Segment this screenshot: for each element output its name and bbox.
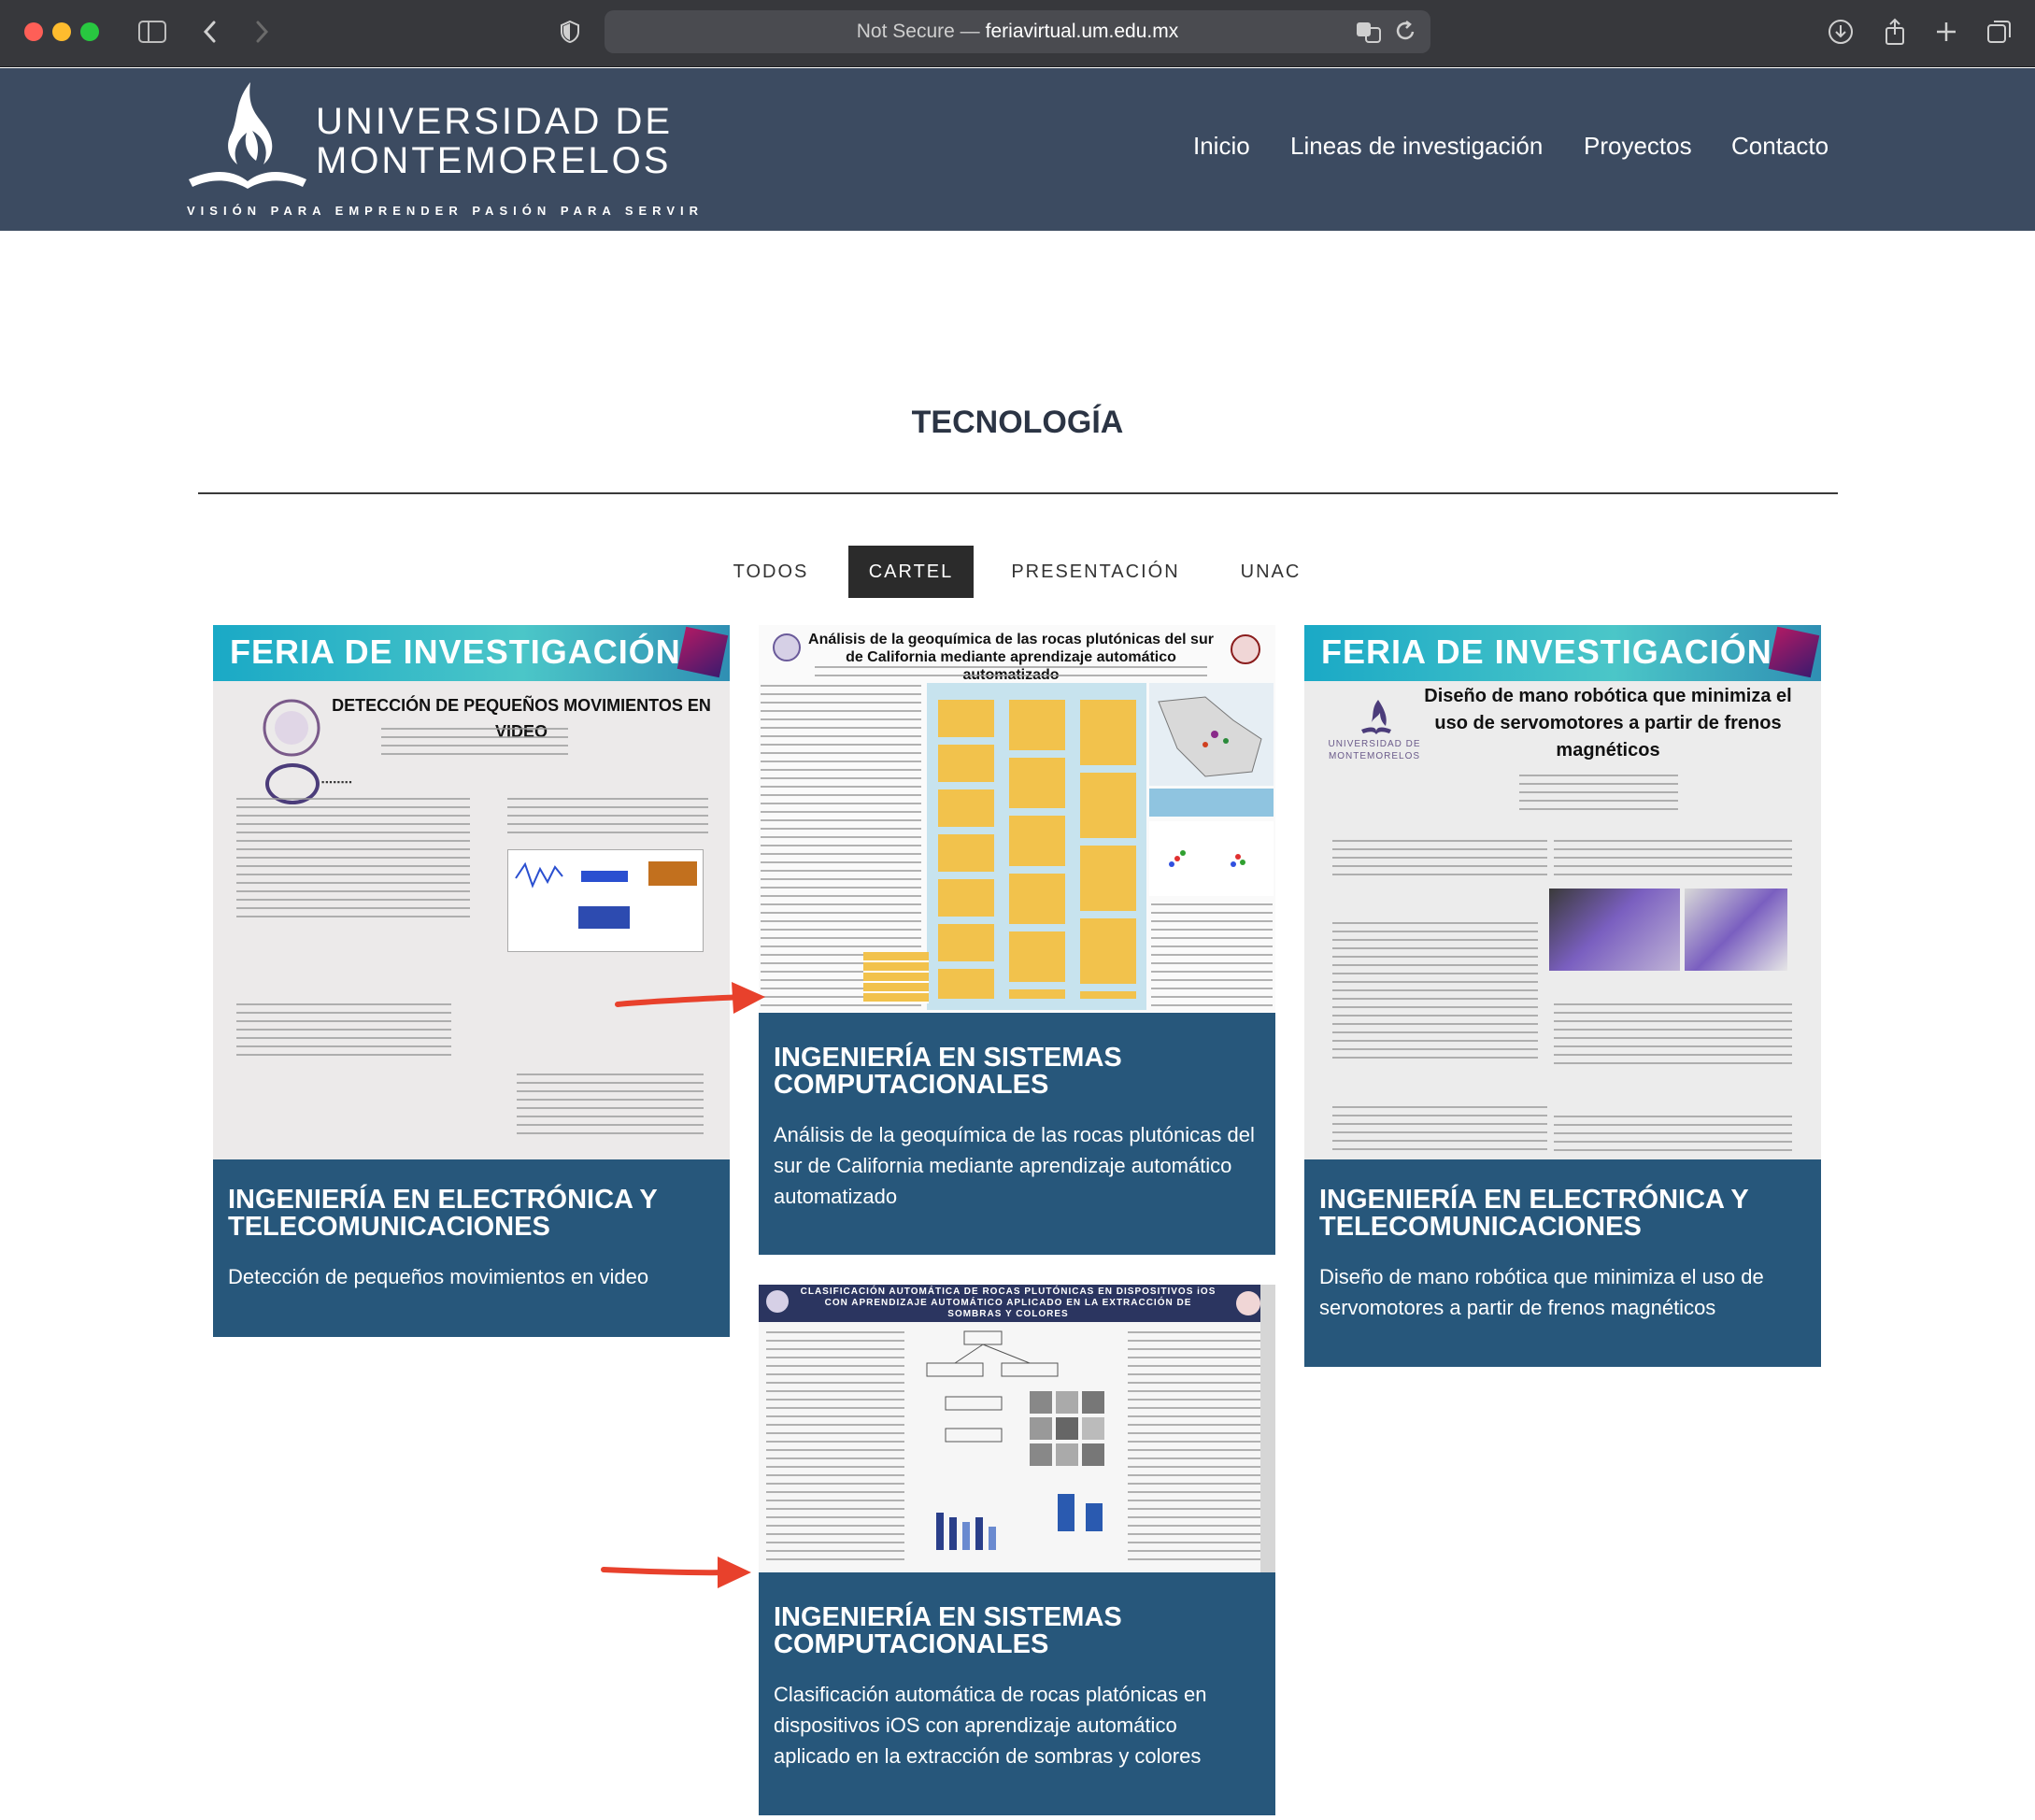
card-description: Análisis de la geoquímica de las rocas p… bbox=[774, 1123, 1255, 1208]
url-host: feriavirtual.um.edu.mx bbox=[985, 21, 1179, 42]
poster-thumbnail[interactable]: FERIA DE INVESTIGACIÓN UNIVERSIDAD DE MO… bbox=[1304, 625, 1821, 1159]
robotic-hand-photo bbox=[1685, 889, 1787, 971]
annotation-arrow-icon bbox=[615, 982, 765, 1014]
um-seal-icon bbox=[766, 1290, 789, 1313]
cluster-plots-image bbox=[1149, 821, 1274, 896]
downloads-icon[interactable] bbox=[1822, 13, 1859, 50]
loma-linda-seal-icon bbox=[1236, 1291, 1260, 1315]
logo-text-line2: MONTEMORELOS bbox=[316, 140, 672, 181]
page-title: TECNOLOGÍA bbox=[911, 405, 1124, 440]
thumbnail-scrollbar[interactable] bbox=[1260, 1285, 1275, 1572]
poster-banner: FERIA DE INVESTIGACIÓN bbox=[1304, 625, 1821, 681]
nav-contacto[interactable]: Contacto bbox=[1731, 132, 1829, 161]
project-card[interactable]: Análisis de la geoquímica de las rocas p… bbox=[759, 625, 1275, 1255]
signal-plots-image bbox=[507, 849, 704, 952]
poster-body: UNIVERSIDAD DE MONTEMORELOS Diseño de ma… bbox=[1304, 681, 1821, 1159]
cube-logo-icon bbox=[676, 626, 729, 678]
university-logo-icon[interactable] bbox=[185, 78, 310, 191]
poster-banner-text: FERIA DE INVESTIGACIÓN bbox=[1321, 633, 1772, 671]
browser-toolbar: Not Secure — feriavirtual.um.edu.mx bbox=[0, 0, 2035, 67]
minimize-window-button[interactable] bbox=[52, 22, 71, 41]
loma-linda-seal-icon bbox=[1231, 634, 1260, 664]
poster-thumbnail[interactable]: FERIA DE INVESTIGACIÓN DETECCIÓN DE PEQU… bbox=[213, 625, 730, 1159]
zoom-window-button[interactable] bbox=[80, 22, 99, 41]
card-description: Clasificación automática de rocas platón… bbox=[774, 1683, 1207, 1768]
poster-header-band: CLASIFICACIÓN AUTOMÁTICA DE ROCAS PLUTÓN… bbox=[759, 1285, 1275, 1322]
logo-text-line1: UNIVERSIDAD DE bbox=[316, 101, 674, 142]
filter-unac[interactable]: UNAC bbox=[1224, 546, 1317, 598]
logo-tagline: VISIÓN PARA EMPRENDER PASIÓN PARA SERVIR bbox=[187, 204, 704, 218]
nav-inicio[interactable]: Inicio bbox=[1193, 132, 1250, 161]
poster-logo-text-line1: UNIVERSIDAD DE bbox=[1328, 739, 1421, 749]
poster-thumbnail[interactable]: Análisis de la geoquímica de las rocas p… bbox=[759, 625, 1275, 1013]
address-bar[interactable]: Not Secure — feriavirtual.um.edu.mx bbox=[605, 10, 1430, 53]
poster-banner-text: FERIA DE INVESTIGACIÓN bbox=[230, 633, 681, 671]
share-icon[interactable] bbox=[1876, 13, 1914, 50]
filter-cartel[interactable]: CARTEL bbox=[848, 546, 974, 598]
robotic-hand-photo bbox=[1549, 889, 1680, 971]
filter-todos[interactable]: TODOS bbox=[719, 546, 822, 598]
translate-icon[interactable] bbox=[1356, 20, 1382, 50]
cube-logo-icon bbox=[1768, 626, 1820, 678]
card-description: Detección de pequeños movimientos en vid… bbox=[228, 1265, 649, 1288]
project-card[interactable]: CLASIFICACIÓN AUTOMÁTICA DE ROCAS PLUTÓN… bbox=[759, 1285, 1275, 1815]
poster-title: Diseño de mano robótica que minimiza el … bbox=[1424, 686, 1792, 761]
nav-proyectos[interactable]: Proyectos bbox=[1584, 132, 1692, 161]
california-map-image bbox=[1149, 683, 1274, 786]
university-seal-icon bbox=[263, 699, 320, 757]
poster-body: DETECCIÓN DE PEQUEÑOS MOVIMIENTOS EN VID… bbox=[213, 681, 730, 1159]
annotation-arrow-icon bbox=[601, 1557, 751, 1588]
url-security-label: Not Secure — bbox=[856, 21, 980, 42]
um-flame-icon bbox=[1361, 700, 1391, 734]
project-card[interactable]: FERIA DE INVESTIGACIÓN UNIVERSIDAD DE MO… bbox=[1304, 625, 1821, 1367]
tab-overview-icon[interactable] bbox=[1981, 13, 2018, 50]
card-category: INGENIERÍA EN SISTEMAS COMPUTACIONALES bbox=[774, 1602, 1122, 1659]
methods-panel bbox=[927, 683, 1146, 1010]
close-window-button[interactable] bbox=[24, 22, 43, 41]
poster-thumbnail[interactable]: CLASIFICACIÓN AUTOMÁTICA DE ROCAS PLUTÓN… bbox=[759, 1285, 1275, 1572]
poster-title: CLASIFICACIÓN AUTOMÁTICA DE ROCAS PLUTÓN… bbox=[800, 1287, 1217, 1319]
poster-banner: FERIA DE INVESTIGACIÓN bbox=[213, 625, 730, 681]
reload-icon[interactable] bbox=[1395, 20, 1417, 50]
back-icon[interactable] bbox=[192, 13, 229, 50]
forward-icon[interactable] bbox=[243, 13, 280, 50]
nav-lineas-investigacion[interactable]: Lineas de investigación bbox=[1290, 132, 1543, 161]
sidebar-toggle-icon[interactable] bbox=[134, 13, 171, 50]
card-description: Diseño de mano robótica que minimiza el … bbox=[1319, 1265, 1764, 1319]
card-category: INGENIERÍA EN SISTEMAS COMPUTACIONALES bbox=[774, 1043, 1122, 1100]
filter-presentacion[interactable]: PRESENTACIÓN bbox=[1000, 546, 1191, 598]
um-seal-icon bbox=[773, 633, 801, 661]
privacy-shield-icon[interactable] bbox=[551, 13, 589, 50]
title-divider bbox=[198, 492, 1838, 494]
card-category: INGENIERÍA EN ELECTRÓNICA Y TELECOMUNICA… bbox=[228, 1185, 658, 1242]
flowchart-diagram bbox=[926, 1330, 1104, 1550]
card-category: INGENIERÍA EN ELECTRÓNICA Y TELECOMUNICA… bbox=[1319, 1185, 1749, 1242]
new-tab-icon[interactable] bbox=[1928, 13, 1965, 50]
poster-logo-text-line2: MONTEMORELOS bbox=[1328, 751, 1421, 761]
